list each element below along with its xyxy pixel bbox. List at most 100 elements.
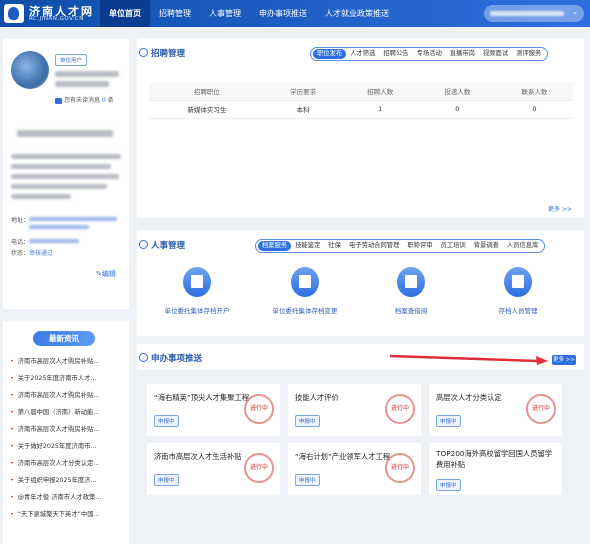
logo-domain: RC.JINAN.GOV.CN [29, 16, 84, 22]
nav-unit-home[interactable]: 单位首页 [100, 0, 150, 27]
edit-profile-button[interactable]: ✎编辑 [96, 269, 116, 279]
archive-open-icon [183, 267, 211, 297]
news-item[interactable]: 济南市高层次人才购房补贴... [10, 356, 126, 373]
tab-special-event[interactable]: 专场活动 [413, 49, 446, 59]
address-redacted [29, 217, 117, 221]
news-item[interactable]: 济南市高层次人才购房补贴... [10, 424, 126, 441]
description-redacted [11, 154, 121, 159]
tab-training[interactable]: 员工培训 [437, 241, 470, 251]
service-archive-people[interactable]: 存档人员管理 [473, 267, 563, 315]
col-education: 学历要求 [264, 82, 342, 101]
phone-row: 电话： [11, 239, 30, 246]
card-title: “海右计划”产业领军人才工程 [295, 452, 391, 461]
recruit-icon [139, 48, 148, 57]
push-title: 申办事项推送 [139, 352, 202, 364]
in-progress-seal: 进行中 [244, 453, 274, 483]
tab-skill[interactable]: 技能鉴定 [291, 241, 324, 251]
card-status-tag: 申报中 [436, 415, 461, 427]
hr-panel: 人事管理 档案服务 技能鉴定 社保 电子劳动合同管理 职称评审 员工培训 背景调… [137, 230, 584, 336]
description-redacted [11, 164, 111, 169]
card-title: “海右精英”顶尖人才集聚工程 [154, 393, 250, 402]
card-title: 高层次人才分类认定 [436, 393, 502, 402]
address-redacted [29, 225, 89, 229]
nav-recruit[interactable]: 招聘管理 [150, 0, 200, 27]
description-redacted [11, 174, 119, 179]
service-archive-lookup[interactable]: 档案查借阅 [366, 267, 456, 315]
card-title: 技能人才评价 [295, 393, 339, 402]
news-item[interactable]: 关于组织申报2025年度济... [10, 475, 126, 492]
annotation-arrow [389, 354, 548, 365]
tab-archive[interactable]: 档案服务 [258, 241, 292, 251]
job-table: 招聘职位 学历要求 招聘人数 投递人数 联系人数 新媒体实习生 本科 1 0 0 [149, 82, 573, 119]
company-title-redacted [17, 130, 113, 137]
news-item[interactable]: “天下泉城聚天下英才”中国... [10, 509, 126, 526]
user-menu[interactable]: ⌄ [484, 5, 584, 22]
push-card[interactable]: 技能人才评价 申报中 进行中 [288, 384, 421, 436]
push-card[interactable]: 高层次人才分类认定 申报中 进行中 [429, 384, 562, 436]
in-progress-seal: 进行中 [526, 394, 556, 424]
in-progress-seal: 进行中 [385, 394, 415, 424]
card-status-tag: 申报中 [295, 415, 320, 427]
cell-hire-count: 1 [341, 100, 419, 119]
user-icon [139, 240, 148, 249]
status-row: 状态：审核通过 [11, 250, 54, 257]
description-redacted [11, 194, 71, 199]
sidebar: 单位用户 您有未读消息 0 条 地址： 电话： 状态：审核通过 ✎编辑 最新资讯… [0, 34, 129, 544]
service-change-archive[interactable]: 单位委托集体存档变更 [260, 267, 350, 315]
tab-background[interactable]: 背景调查 [470, 241, 503, 251]
card-status-tag: 申报中 [436, 479, 461, 491]
tab-job-post[interactable]: 职位发布 [313, 49, 347, 59]
in-progress-seal: 进行中 [244, 394, 274, 424]
tab-live[interactable]: 直播带岗 [446, 49, 479, 59]
hr-title: 人事管理 [139, 239, 185, 251]
tab-e-contract[interactable]: 电子劳动合同管理 [345, 241, 403, 251]
tab-video-interview[interactable]: 视频面试 [479, 49, 512, 59]
col-hire-count: 招聘人数 [341, 82, 419, 101]
push-card[interactable]: 济南市高层次人才生活补贴 申报中 进行中 [147, 443, 280, 495]
cell-applied: 0 [418, 100, 496, 119]
message-notice[interactable]: 您有未读消息 0 条 [55, 95, 114, 104]
col-contacted: 联系人数 [495, 82, 573, 101]
tab-talent-filter[interactable]: 人才筛选 [346, 49, 379, 59]
push-card[interactable]: TOP200海外高校留学回国人员留学 费用补贴 申报中 [429, 443, 562, 495]
recruit-more-link[interactable]: 更多 >> [548, 204, 572, 213]
news-item[interactable]: 济南市高层次人才分类认定... [10, 458, 126, 475]
card-title-line2: 费用补贴 [436, 460, 466, 469]
tab-social-security[interactable]: 社保 [324, 241, 345, 251]
news-title: 最新资讯 [33, 331, 95, 346]
push-card[interactable]: “海右精英”顶尖人才集聚工程 申报中 进行中 [147, 384, 280, 436]
people-manage-icon [504, 267, 532, 297]
card-status-tag: 申报中 [154, 415, 179, 427]
news-panel: 最新资讯 济南市高层次人才购房补贴... 关于2025年度济南市人才... 济南… [3, 321, 129, 544]
profile-card: 单位用户 您有未读消息 0 条 地址： 电话： 状态：审核通过 ✎编辑 [3, 39, 129, 309]
cell-education: 本科 [264, 100, 342, 119]
tab-personnel-db[interactable]: 人员信息库 [503, 241, 542, 251]
user-name-redacted [490, 11, 564, 16]
recruit-panel: 招聘管理 职位发布 人才筛选 招聘公告 专场活动 直播带岗 视频面试 测评服务 … [137, 38, 584, 218]
push-card[interactable]: “海右计划”产业领军人才工程 申报中 进行中 [288, 443, 421, 495]
news-item[interactable]: 第八届中国（济南）新动能... [10, 407, 126, 424]
logo-icon [4, 4, 24, 23]
news-item[interactable]: 济南市高层次人才购房补贴... [10, 390, 126, 407]
nav-policy[interactable]: 人才就业政策推送 [316, 0, 398, 27]
push-more-button[interactable]: 更多 >> [552, 355, 576, 365]
tab-recruit-notice[interactable]: 招聘公告 [379, 49, 412, 59]
news-item[interactable]: @青年才俊 济南市人才政策... [10, 492, 126, 509]
in-progress-seal: 进行中 [385, 453, 415, 483]
company-name-redacted [55, 71, 119, 77]
recruit-title: 招聘管理 [139, 47, 185, 59]
tab-assessment[interactable]: 测评服务 [512, 49, 545, 59]
nav-push[interactable]: 申办事项推送 [250, 0, 316, 27]
table-row[interactable]: 新媒体实习生 本科 1 0 0 [149, 100, 573, 119]
nav-hr[interactable]: 人事管理 [200, 0, 250, 27]
tab-title-review[interactable]: 职称评审 [403, 241, 436, 251]
news-item[interactable]: 关于2025年度济南市人才... [10, 373, 126, 390]
company-name-redacted [55, 81, 109, 87]
news-item[interactable]: 关于做好2025年度济南市... [10, 441, 126, 458]
card-title: TOP200海外高校留学回国人员留学 [436, 449, 553, 458]
phone-redacted [29, 239, 79, 243]
service-open-archive[interactable]: 单位委托集体存档开户 [152, 267, 242, 315]
top-navbar: 济南人才网 RC.JINAN.GOV.CN 单位首页 招聘管理 人事管理 申办事… [0, 0, 590, 27]
cell-contacted: 0 [495, 100, 573, 119]
archive-search-icon [397, 267, 425, 297]
